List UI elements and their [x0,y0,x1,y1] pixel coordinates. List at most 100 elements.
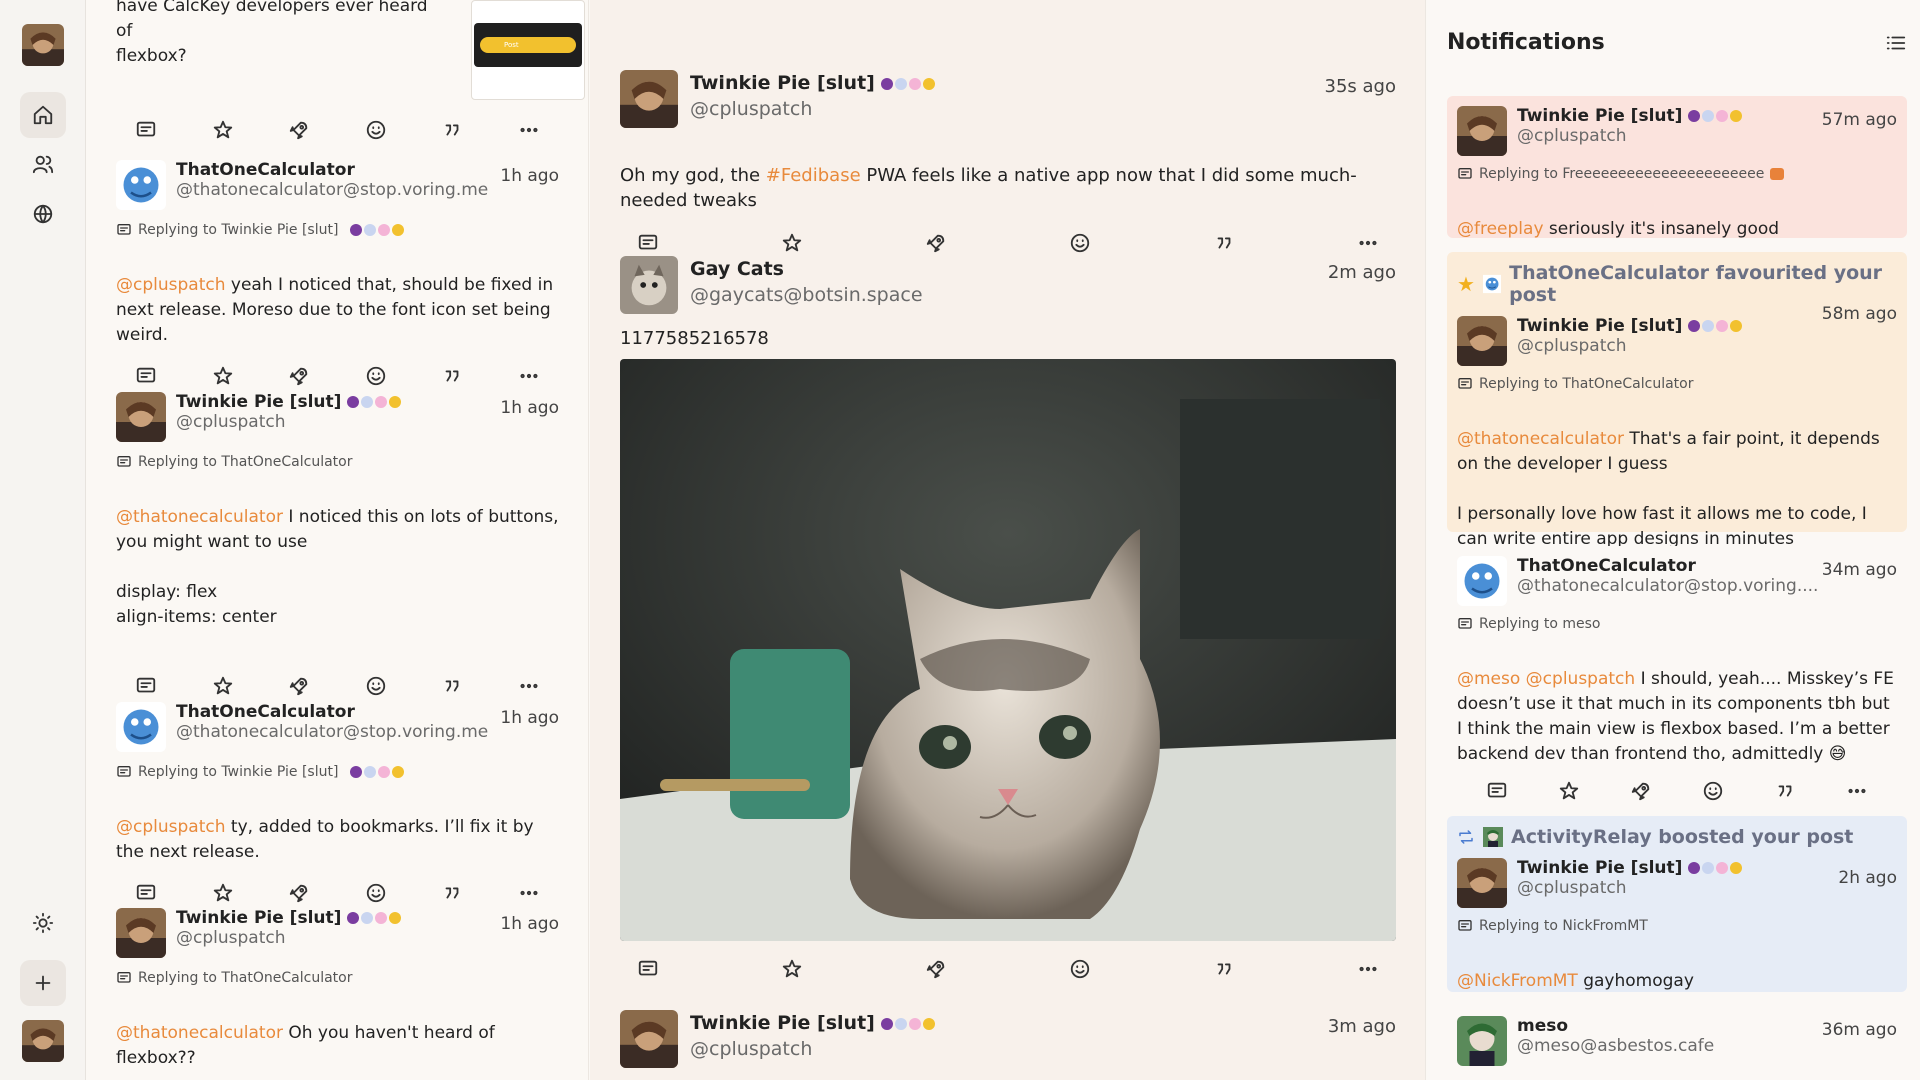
author-handle[interactable]: @meso@asbestos.cafe [1517,1036,1714,1056]
author-handle[interactable]: @cpluspatch [690,98,935,120]
home-button[interactable] [20,92,66,138]
list-filter-icon[interactable] [1885,32,1907,54]
author-handle[interactable]: @cpluspatch [1517,336,1742,356]
notification-card[interactable]: ★ ThatOneCalculator favourited your post… [1447,252,1907,549]
timestamp[interactable]: 1h ago [500,166,559,186]
reply-button[interactable] [132,879,160,907]
timestamp[interactable]: 1h ago [500,398,559,418]
boost-button[interactable] [285,879,313,907]
reply-button[interactable] [132,672,160,700]
quote-button[interactable] [438,672,466,700]
compose-button[interactable] [20,960,66,1006]
avatar[interactable] [116,160,166,210]
author-handle[interactable]: @cpluspatch [1517,126,1742,146]
boost-button[interactable] [285,116,313,144]
reply-indicator[interactable]: Replying to Twinkie Pie [slut] [116,222,559,238]
timestamp[interactable]: 57m ago [1822,110,1897,130]
quote-button[interactable] [1210,955,1238,983]
mention-link[interactable]: @thatonecalculator [116,507,283,527]
author-name[interactable]: meso [1517,1016,1714,1036]
reply-button[interactable] [634,229,662,257]
reply-button[interactable] [132,362,160,390]
note[interactable]: Twinkie Pie [slut] @cpluspatch 3m ago [620,1010,1396,1068]
mention-link[interactable]: @thatonecalculator [116,1023,283,1043]
boost-button[interactable] [285,362,313,390]
quote-button[interactable] [1771,777,1799,805]
avatar[interactable] [620,70,678,128]
note[interactable]: ThatOneCalculator @thatonecalculator@sto… [116,702,559,907]
boost-button[interactable] [922,955,950,983]
timestamp[interactable]: 3m ago [1328,1016,1396,1037]
mention-link[interactable]: @meso @cpluspatch [1457,669,1635,689]
author-name[interactable]: Twinkie Pie [slut] [1517,316,1743,336]
author-handle[interactable]: @thatonecalculator@stop.voring.me [176,180,488,200]
mention-link[interactable]: @cpluspatch [116,817,226,837]
favourite-button[interactable] [778,229,806,257]
mention-link[interactable]: @thatonecalculator [1457,429,1624,449]
notification-card[interactable]: Twinkie Pie [slut] @cpluspatch 57m ago R… [1447,96,1907,239]
actor-avatar[interactable] [1483,827,1503,847]
boost-button[interactable] [922,229,950,257]
favourite-button[interactable] [209,879,237,907]
favourite-button[interactable] [209,362,237,390]
quote-button[interactable] [438,116,466,144]
favourite-button[interactable] [209,672,237,700]
note[interactable]: Gay Cats @gaycats@botsin.space 2m ago 11… [620,256,1396,983]
react-button[interactable] [1066,229,1094,257]
more-button[interactable] [1843,777,1871,805]
avatar[interactable] [1457,556,1507,606]
avatar[interactable] [116,908,166,958]
author-handle[interactable]: @gaycats@botsin.space [690,284,923,306]
link-preview[interactable]: Post [471,0,585,100]
quote-button[interactable] [1210,229,1238,257]
note[interactable]: ThatOneCalculator @thatonecalculator@sto… [116,160,559,390]
author-name[interactable]: Gay Cats [690,258,923,280]
react-button[interactable] [362,879,390,907]
author-name[interactable]: ThatOneCalculator [1517,556,1818,576]
reply-indicator[interactable]: Replying to ThatOneCalculator [1457,376,1897,392]
more-button[interactable] [515,362,543,390]
note[interactable]: Twinkie Pie [slut] @cpluspatch 35s ago O… [620,70,1396,257]
author-name[interactable]: Twinkie Pie [slut] [176,908,402,928]
author-name[interactable]: ThatOneCalculator [176,702,488,722]
boost-button[interactable] [285,672,313,700]
avatar[interactable] [620,256,678,314]
avatar[interactable] [620,1010,678,1068]
author-name[interactable]: ThatOneCalculator [176,160,488,180]
favourite-button[interactable] [1555,777,1583,805]
note[interactable]: Twinkie Pie [slut] @cpluspatch 1h ago Re… [116,392,559,700]
reply-indicator[interactable]: Replying to Freeeeeeeeeeeeeeeeeeeeee [1457,166,1897,182]
notification-label[interactable]: ★ ThatOneCalculator favourited your post [1457,262,1897,306]
timestamp[interactable]: 1h ago [500,708,559,728]
avatar[interactable] [1457,106,1507,156]
timestamp[interactable]: 34m ago [1822,560,1897,580]
react-button[interactable] [1699,777,1727,805]
theme-toggle-button[interactable] [20,900,66,946]
react-button[interactable] [362,116,390,144]
reply-indicator[interactable]: Replying to ThatOneCalculator [116,454,559,470]
author-name[interactable]: Twinkie Pie [slut] [690,1012,935,1034]
author-handle[interactable]: @thatonecalculator@stop.voring.me [176,722,488,742]
more-button[interactable] [515,672,543,700]
globe-button[interactable] [20,191,66,237]
attached-image[interactable] [620,359,1396,941]
timestamp[interactable]: 58m ago [1822,304,1897,324]
timestamp[interactable]: 36m ago [1822,1020,1897,1040]
author-handle[interactable]: @cpluspatch [1517,878,1742,898]
notification-label[interactable]: ActivityRelay boosted your post [1457,826,1897,848]
reply-indicator[interactable]: Replying to NickFromMT [1457,918,1897,934]
react-button[interactable] [362,672,390,700]
timestamp[interactable]: 2h ago [1838,868,1897,888]
avatar[interactable] [1457,1016,1507,1066]
author-name[interactable]: Twinkie Pie [slut] [1517,858,1743,878]
reply-indicator[interactable]: Replying to meso [1457,616,1897,632]
notification-card[interactable]: ActivityRelay boosted your post Twinkie … [1447,816,1907,992]
more-button[interactable] [515,116,543,144]
reply-button[interactable] [634,955,662,983]
favourite-button[interactable] [209,116,237,144]
reply-button[interactable] [1483,777,1511,805]
author-name[interactable]: Twinkie Pie [slut] [176,392,402,412]
actor-avatar[interactable] [1483,274,1501,294]
quote-button[interactable] [438,879,466,907]
hashtag-link[interactable]: #Fedibase [766,165,861,186]
